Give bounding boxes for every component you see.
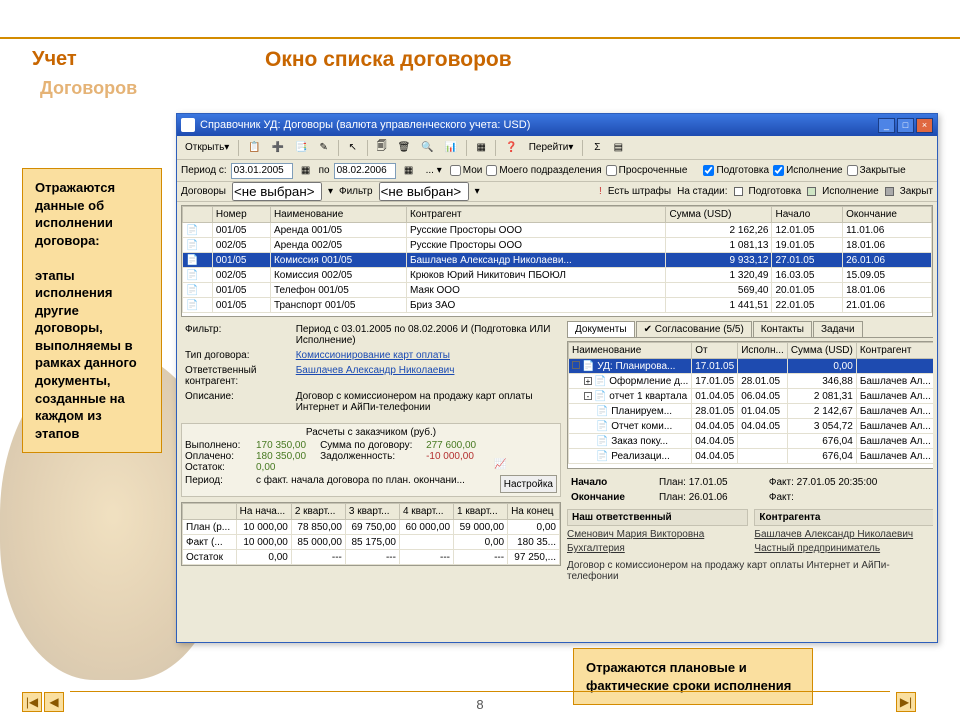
slide-title: Окно списка договоров [265, 48, 512, 72]
period-bar: Период с: ▦ по ▦ ... ▾ Мои Моего подразд… [177, 160, 937, 182]
tool-icon[interactable]: 📑 [291, 139, 311, 157]
top-border [0, 37, 960, 39]
nav-first-icon[interactable]: |◀ [22, 692, 42, 712]
filter-select[interactable] [379, 182, 469, 201]
setup-button[interactable]: Настройка [500, 475, 557, 493]
tree-row[interactable]: +📄 Оформление д...17.01.0528.01.05346,88… [569, 374, 934, 389]
our-resp-link[interactable]: Сменович Мария Викторовна [567, 529, 704, 540]
chk-dept[interactable]: Моего подразделения [486, 165, 601, 176]
calendar-icon[interactable]: ▦ [400, 162, 418, 180]
tool-icon[interactable]: 📋 [244, 139, 264, 157]
tool-icon[interactable]: ✎ [315, 139, 333, 157]
nav-last-icon[interactable]: ▶| [896, 692, 916, 712]
table-row[interactable]: 📄002/05Комиссия 002/05Крюков Юрий Никито… [183, 268, 932, 283]
contracts-grid[interactable]: НомерНаименованиеКонтрагентСумма (USD)На… [181, 205, 933, 317]
tool-icon[interactable]: ▦ [472, 139, 490, 157]
tab-tasks[interactable]: Задачи [813, 321, 863, 337]
calc-panel: Расчеты с заказчиком (руб.) Выполнено:17… [181, 423, 561, 497]
brand-line-2: Договоров [40, 78, 137, 99]
tab-approval[interactable]: ✔ Согласование (5/5) [636, 321, 752, 337]
app-icon [181, 118, 195, 132]
chk-prep[interactable]: Подготовка [703, 165, 769, 176]
close-button[interactable]: × [916, 118, 933, 133]
calendar-icon[interactable]: ▦ [297, 162, 315, 180]
dates-table: НачалоПлан: 17.01.05Факт: 27.01.05 20:35… [567, 474, 933, 506]
tool-icon[interactable]: 🗐 [373, 139, 391, 157]
tree-row[interactable]: -📄 отчет 1 квартала01.04.0506.04.052 081… [569, 389, 934, 404]
table-row[interactable]: 📄002/05Аренда 002/05Русские Просторы ООО… [183, 238, 932, 253]
brand-line-1: Учет [32, 48, 77, 71]
titlebar[interactable]: Справочник УД: Договоры (валюта управлен… [177, 114, 937, 136]
callout-left: Отражаются данные об исполнении договора… [22, 168, 162, 453]
goto-button[interactable]: Перейти ▾ [525, 139, 578, 157]
tool-icon[interactable]: ➕ [268, 139, 288, 157]
table-row[interactable]: 📄001/05Аренда 001/05Русские Просторы ООО… [183, 223, 932, 238]
tree-row[interactable]: 📄 Отчет коми...04.04.0504.04.053 054,72Б… [569, 419, 934, 434]
date-from-input[interactable] [231, 163, 293, 179]
k-resp-link[interactable]: Башлачев Александр Николаевич [754, 529, 913, 540]
docs-tree-grid[interactable]: НаименованиеОтИсполн...Сумма (USD)Контра… [567, 341, 933, 469]
legend-exec-box [807, 187, 816, 196]
table-row[interactable]: План (р...10 000,0078 850,0069 750,0060 … [183, 520, 560, 535]
legend-closed-box [885, 187, 894, 196]
table-row[interactable]: 📄001/05Транспорт 001/05Бриз ЗАО1 441,512… [183, 298, 932, 313]
chart-icon[interactable]: 📈 [490, 455, 510, 473]
app-window: Справочник УД: Договоры (валюта управлен… [176, 113, 938, 643]
chk-exec[interactable]: Исполнение [773, 165, 843, 176]
resp-link[interactable]: Башлачев Александр Николаевич [296, 365, 455, 376]
tab-contacts[interactable]: Контакты [753, 321, 812, 337]
mini-grid[interactable]: На нача...2 кварт...3 кварт...4 кварт...… [181, 502, 561, 566]
chk-closed[interactable]: Закрытые [847, 165, 906, 176]
tree-row[interactable]: 📄 Реализаци...04.04.05676,04Башлачев Ал.… [569, 449, 934, 464]
open-button[interactable]: Открыть ▾ [181, 139, 233, 157]
chk-mine[interactable]: Мои [450, 165, 483, 176]
table-row[interactable]: Остаток0,00------------97 250,... [183, 550, 560, 565]
contract-type-link[interactable]: Комиссионирование карт оплаты [296, 350, 450, 361]
legend-bar: Договоры ▾ Фильтр ▾ !Есть штрафы На стад… [177, 182, 937, 202]
cursor-icon[interactable]: ↖ [344, 139, 362, 157]
chk-overdue[interactable]: Просроченные [606, 165, 688, 176]
tree-row[interactable]: 📄 УД: Планирова...17.01.050,00 [569, 359, 934, 374]
contracts-select[interactable] [232, 182, 322, 201]
detail-info: Фильтр:Период с 03.01.2005 по 08.02.2006… [181, 321, 561, 416]
more-button[interactable]: ... ▾ [422, 162, 446, 180]
sum-icon[interactable]: Σ [588, 139, 606, 157]
tool-icon[interactable]: 🗑 [394, 139, 415, 157]
tool-icon[interactable]: 🔍 [417, 139, 437, 157]
buh-link[interactable]: Бухгалтерия [567, 543, 625, 554]
page-number: 8 [476, 697, 483, 712]
toolbar: Открыть ▾ 📋 ➕ 📑 ✎ ↖ 🗐 🗑 🔍 📊 ▦ ❓ Перейти … [177, 136, 937, 160]
tree-row[interactable]: 📄 Заказ поку...04.04.05676,04Башлачев Ал… [569, 434, 934, 449]
window-title: Справочник УД: Договоры (валюта управлен… [200, 119, 530, 131]
legend-prep-box [734, 187, 743, 196]
table-row[interactable]: 📄001/05Комиссия 001/05Башлачев Александр… [183, 253, 932, 268]
table-row[interactable]: Факт (...10 000,0085 000,0085 175,000,00… [183, 535, 560, 550]
tree-row[interactable]: 📄 Планируем...28.01.0501.04.052 142,67Ба… [569, 404, 934, 419]
callout-bottom: Отражаются плановые и фактические сроки … [573, 648, 813, 705]
help-icon[interactable]: ❓ [501, 139, 521, 157]
tab-documents[interactable]: Документы [567, 321, 635, 337]
period-label: Период с: [181, 165, 227, 176]
table-row[interactable]: 📄001/05Телефон 001/05Маяк ООО569,4020.01… [183, 283, 932, 298]
date-to-input[interactable] [334, 163, 396, 179]
tool-icon[interactable]: 📊 [441, 139, 461, 157]
tool-icon[interactable]: ▤ [609, 139, 627, 157]
maximize-button[interactable]: □ [897, 118, 914, 133]
nav-prev-icon[interactable]: ◀ [44, 692, 64, 712]
tabs: Документы ✔ Согласование (5/5) Контакты … [567, 321, 933, 338]
pred-link[interactable]: Частный предприниматель [754, 543, 880, 554]
minimize-button[interactable]: _ [878, 118, 895, 133]
